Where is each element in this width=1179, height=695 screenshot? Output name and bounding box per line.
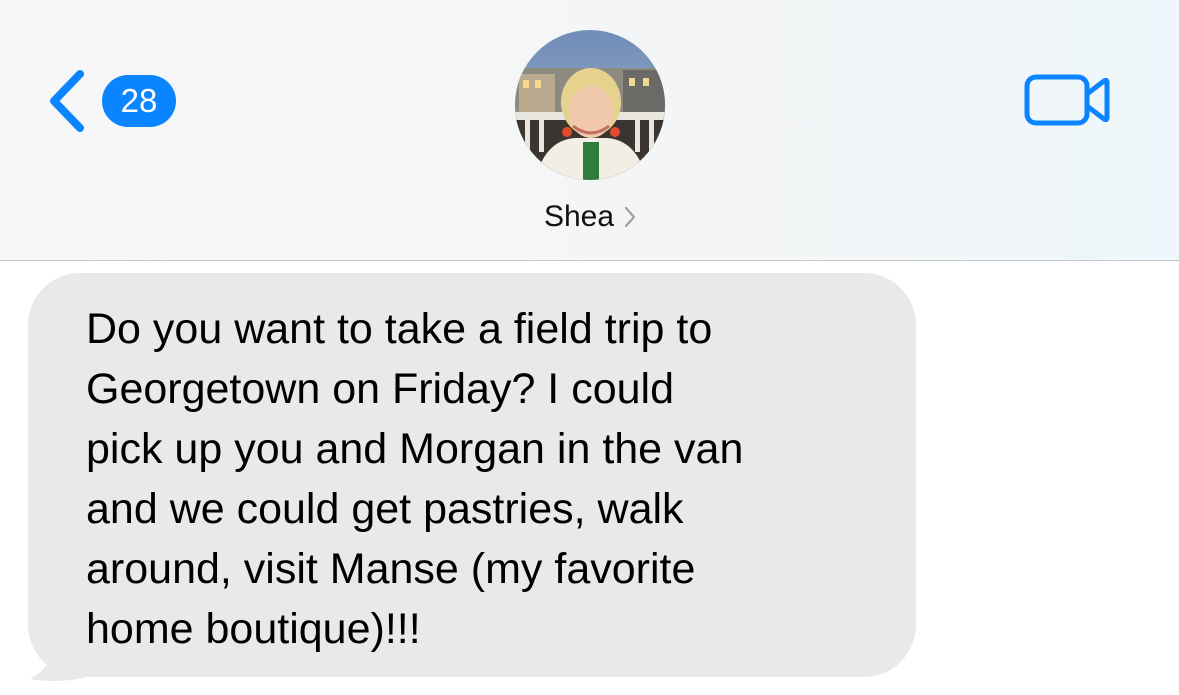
incoming-message-bubble[interactable]: Do you want to take a field trip to Geor… [28, 273, 916, 677]
message-group: Do you want to take a field trip to Geor… [28, 273, 916, 681]
video-call-button[interactable] [1022, 70, 1112, 130]
back-button[interactable]: 28 [46, 66, 186, 136]
chevron-left-icon [50, 70, 84, 132]
contact-photo [515, 30, 665, 180]
contact-name: Shea [543, 200, 615, 233]
chevron-right-icon [624, 206, 636, 228]
video-camera-icon [1024, 74, 1110, 126]
conversation-header: 28 Shea [0, 0, 1179, 261]
messages-screen: 28 Shea Do you want to take a field trip… [0, 0, 1179, 695]
unread-count-badge: 28 [102, 75, 176, 127]
contact-avatar[interactable] [515, 30, 665, 180]
contact-name-button[interactable]: Shea [480, 195, 700, 239]
